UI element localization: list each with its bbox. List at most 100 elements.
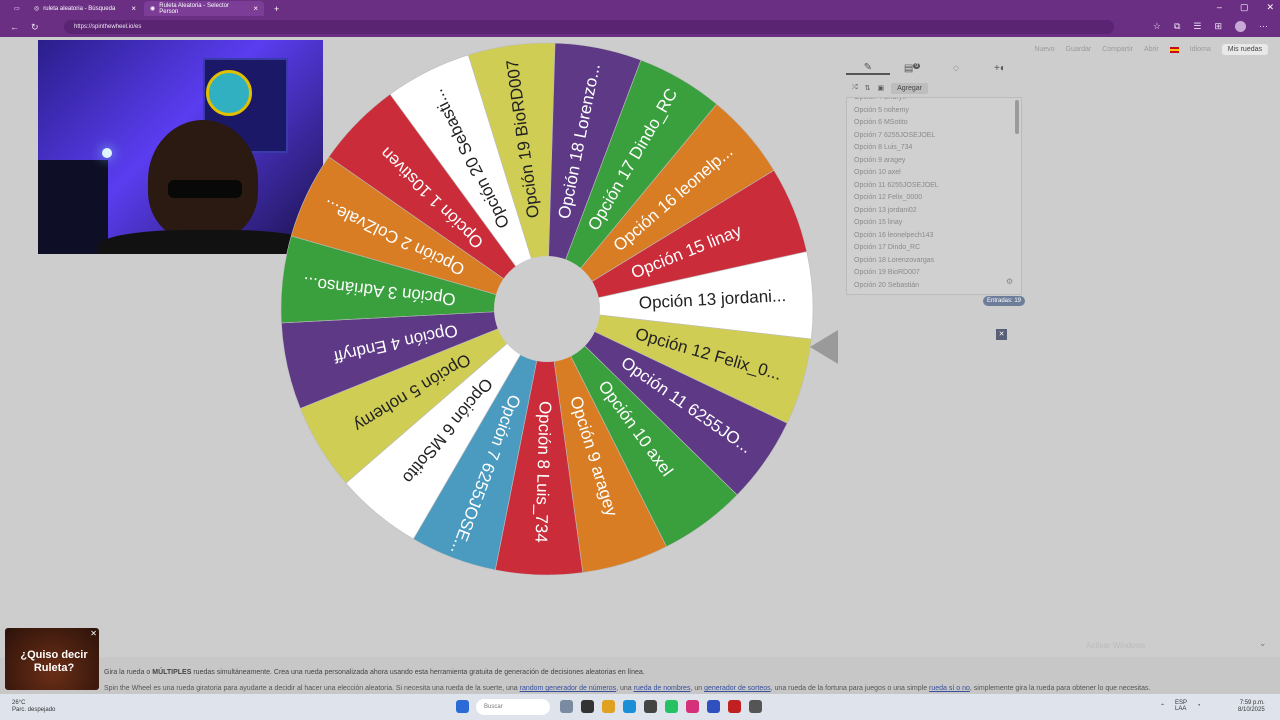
hide-icon[interactable]: ◌ bbox=[934, 63, 978, 74]
nav-share[interactable]: Compartir bbox=[1102, 46, 1133, 53]
nav-save[interactable]: Guardar bbox=[1066, 46, 1092, 53]
close-icon[interactable]: × bbox=[131, 4, 136, 13]
yes-no-link[interactable]: rueda sí o no bbox=[929, 685, 970, 692]
weather-widget[interactable]: 26°C Parc. despejado bbox=[12, 700, 55, 714]
app-icon[interactable] bbox=[644, 700, 657, 713]
windows-start-icon[interactable] bbox=[456, 700, 469, 713]
extensions-icon[interactable]: ⧉ bbox=[1174, 21, 1180, 32]
nav-open[interactable]: Abrir bbox=[1144, 46, 1159, 53]
minimize-icon[interactable]: – bbox=[1217, 2, 1222, 13]
edge-icon[interactable] bbox=[623, 700, 636, 713]
entry-item[interactable]: Opción 13 jordani02 bbox=[847, 205, 1021, 218]
entry-item[interactable]: Opción 4 Endryff bbox=[847, 98, 1021, 105]
poster-circle bbox=[206, 70, 252, 116]
entry-item[interactable]: Opción 7 6255JOSEJOEL bbox=[847, 130, 1021, 143]
taskbar-apps bbox=[456, 700, 469, 713]
reload-icon[interactable]: ↻ bbox=[31, 22, 39, 33]
close-icon[interactable]: ✕ bbox=[996, 329, 1007, 340]
spain-flag-icon[interactable] bbox=[1169, 46, 1179, 53]
tab-title: Ruleta Aleatoria - Selector Person bbox=[159, 2, 229, 15]
add-wheel-icon[interactable]: +◐ bbox=[978, 63, 1022, 74]
entry-item[interactable]: Opción 5 nohemy bbox=[847, 105, 1021, 118]
close-icon[interactable]: × bbox=[253, 4, 258, 13]
favorites-icon[interactable]: ☰ bbox=[1193, 21, 1201, 32]
results-icon[interactable]: ▤ 0 bbox=[890, 62, 934, 74]
collections-icon[interactable]: ⊞ bbox=[1214, 21, 1222, 32]
language-indicator[interactable]: ESP LAA bbox=[1175, 700, 1187, 712]
window-controls: – ▢ ✕ bbox=[1217, 2, 1274, 13]
wifi-icon[interactable]: ◔ bbox=[1197, 703, 1201, 709]
app-icon[interactable] bbox=[581, 700, 594, 713]
shuffle-icon[interactable]: ⤮ bbox=[852, 84, 858, 92]
panel-toolbar: ⤮ ⇅ ▣ Agregar bbox=[846, 81, 1022, 95]
new-tab-button[interactable]: + bbox=[268, 1, 284, 16]
folder-icon[interactable] bbox=[602, 700, 615, 713]
entry-item[interactable]: Opción 19 BioRD007 bbox=[847, 267, 1021, 280]
sort-icon[interactable]: ⇅ bbox=[865, 84, 871, 92]
app-icon[interactable] bbox=[686, 700, 699, 713]
star-icon[interactable]: ☆ bbox=[1153, 21, 1161, 32]
nav-language[interactable]: Idioma bbox=[1190, 46, 1211, 53]
my-wheels-button[interactable]: Mis ruedas bbox=[1221, 44, 1268, 55]
entry-item[interactable]: Opción 6 MSotito bbox=[847, 117, 1021, 130]
tab-actions-icon[interactable]: ▭ bbox=[8, 1, 22, 16]
browser-toolbar: ☆ ⧉ ☰ ⊞ ⋯ bbox=[1153, 21, 1268, 32]
tab-active[interactable]: ◉ Ruleta Aleatoria - Selector Person × bbox=[144, 1, 264, 16]
entry-item[interactable]: Opción 8 Luis_734 bbox=[847, 142, 1021, 155]
description-section: Gira la rueda o MÚLTIPLES ruedas simultá… bbox=[0, 657, 1280, 694]
app-icon[interactable] bbox=[728, 700, 741, 713]
profile-avatar[interactable] bbox=[1235, 21, 1246, 32]
ring-light bbox=[102, 148, 112, 158]
entry-item[interactable]: Opción 15 linay bbox=[847, 217, 1021, 230]
chevron-up-icon[interactable]: ⌃ bbox=[1160, 703, 1165, 710]
image-icon[interactable]: ▣ bbox=[877, 84, 884, 92]
site-nav: Nuevo Guardar Compartir Abrir Idioma Mis… bbox=[1034, 44, 1268, 55]
ad-card[interactable]: ¿Quiso decir Ruleta? ✕ bbox=[5, 628, 99, 690]
menu-icon[interactable]: ⋯ bbox=[1259, 21, 1268, 32]
entry-item[interactable]: Opción 9 aragey bbox=[847, 155, 1021, 168]
chevron-down-icon[interactable]: ⌄ bbox=[1259, 638, 1267, 649]
entry-item[interactable]: Opción 17 Dindo_RC bbox=[847, 242, 1021, 255]
text: , una rueda de la fortuna para juegos o … bbox=[770, 685, 930, 692]
weather-text: Parc. despejado bbox=[12, 707, 56, 713]
entry-item[interactable]: Opción 18 Lorenzovargas bbox=[847, 255, 1021, 268]
spin-wheel[interactable]: Opción 13 jordani... Opción 12 Felix_0...… bbox=[280, 42, 814, 576]
panel-tabs: ✎ ▤ 0 ◌ +◐ bbox=[846, 59, 1022, 77]
entry-item[interactable]: Opción 11 6255JOSEJOEL bbox=[847, 180, 1021, 193]
entry-item[interactable]: Opción 20 Sebastián bbox=[847, 280, 1021, 293]
clock[interactable]: 7:59 p.m. 8/10/2025 bbox=[1238, 700, 1265, 714]
app-icon[interactable] bbox=[707, 700, 720, 713]
temperature: 26°C bbox=[12, 700, 26, 706]
taskbar-search[interactable]: Buscar bbox=[476, 699, 550, 715]
entry-item[interactable]: Opción 10 axel bbox=[847, 167, 1021, 180]
back-icon[interactable]: ← bbox=[10, 22, 19, 33]
entries-list[interactable]: ⚙ Opción 4 Endryff Opción 5 nohemy Opción … bbox=[846, 97, 1022, 295]
entries-panel: ✎ ▤ 0 ◌ +◐ ⤮ ⇅ ▣ Agregar ⚙ Opción 4 Endry… bbox=[846, 59, 1022, 304]
sunglasses bbox=[168, 180, 242, 198]
tab-favicon-icon: ◉ bbox=[150, 6, 156, 12]
url-field[interactable]: https://spinthewheel.io/es bbox=[64, 20, 1114, 34]
description-line-1: Gira la rueda o MÚLTIPLES ruedas simultá… bbox=[104, 669, 645, 676]
wheel-hub[interactable] bbox=[494, 256, 600, 362]
browser-tab-strip: ▭ ◎ ruleta aleatoria - Búsqueda × ◉ Rule… bbox=[0, 0, 1280, 17]
settings-icon[interactable]: ⚙ bbox=[1006, 277, 1013, 286]
watermark-text: Activar Windows bbox=[1086, 641, 1146, 650]
maximize-icon[interactable]: ▢ bbox=[1240, 2, 1249, 13]
close-icon[interactable]: ✕ bbox=[90, 629, 97, 638]
system-tray: ⌃ ESP LAA ◔ bbox=[1160, 700, 1201, 712]
lang-layout: LAA bbox=[1175, 706, 1187, 712]
app-icon[interactable] bbox=[560, 700, 573, 713]
scrollbar-thumb[interactable] bbox=[1015, 100, 1019, 134]
app-icon[interactable] bbox=[749, 700, 762, 713]
edit-icon[interactable]: ✎ bbox=[846, 62, 890, 75]
whatsapp-icon[interactable] bbox=[665, 700, 678, 713]
tab-search[interactable]: ◎ ruleta aleatoria - Búsqueda × bbox=[28, 1, 142, 16]
entry-item[interactable]: Opción 12 Felix_0000 bbox=[847, 192, 1021, 205]
entry-item[interactable]: Opción 16 leonelpech143 bbox=[847, 230, 1021, 243]
name-wheel-link[interactable]: rueda de nombres bbox=[634, 685, 691, 692]
close-window-icon[interactable]: ✕ bbox=[1266, 2, 1274, 13]
nav-new[interactable]: Nuevo bbox=[1034, 46, 1054, 53]
raffle-link[interactable]: generador de sorteos bbox=[704, 685, 771, 692]
add-button[interactable]: Agregar bbox=[891, 82, 929, 94]
random-number-link[interactable]: random generador de números bbox=[520, 685, 617, 692]
